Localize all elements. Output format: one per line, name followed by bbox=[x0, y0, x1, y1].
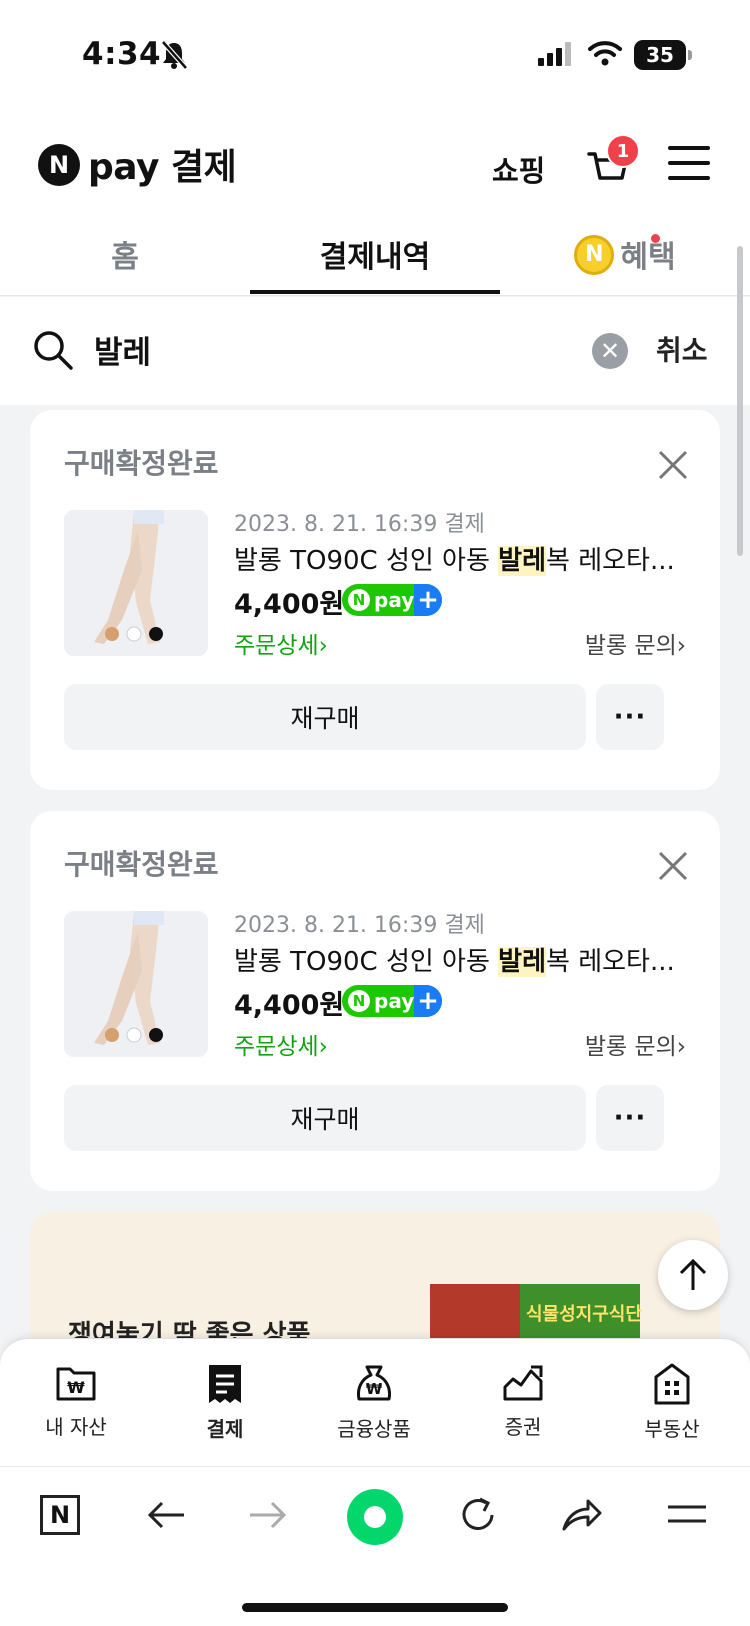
order-status: 구매확정완료 bbox=[64, 848, 219, 881]
tab-home[interactable]: 홈 bbox=[0, 232, 250, 294]
chevron-right-icon: › bbox=[318, 633, 328, 659]
product-price: 4,400원 bbox=[234, 990, 345, 1021]
bottom-nav: ₩ 내 자산 결제 ₩ 금융상품 증권 부동산 bbox=[0, 1338, 750, 1466]
search-highlight: 발레 bbox=[498, 546, 547, 576]
scrollbar[interactable] bbox=[737, 246, 743, 556]
chevron-right-icon: › bbox=[676, 1034, 686, 1060]
menu-icon[interactable] bbox=[666, 1495, 708, 1535]
npay-plus-badge: Npay + bbox=[342, 985, 442, 1017]
stock-chart-icon bbox=[503, 1365, 543, 1401]
tab-bar: 홈 결제내역 N 혜택 bbox=[0, 220, 750, 296]
order-card: 구매확정완료 2023. 8. 21. 16:39 결제 발롱 TO90C 성인… bbox=[30, 811, 720, 1191]
home-indicator[interactable] bbox=[242, 1603, 508, 1612]
nav-payment[interactable]: 결제 bbox=[165, 1363, 285, 1442]
svg-text:₩: ₩ bbox=[366, 1380, 383, 1398]
plus-icon: + bbox=[414, 985, 442, 1017]
chevron-right-icon: › bbox=[318, 1034, 328, 1060]
shopping-link[interactable]: 쇼핑 bbox=[492, 148, 545, 190]
forward-arrow-icon[interactable] bbox=[248, 1495, 288, 1535]
npay-plus-badge: Npay + bbox=[342, 584, 442, 616]
search-bar: 발레 ✕ 취소 bbox=[0, 297, 750, 405]
order-status: 구매확정완료 bbox=[64, 447, 219, 480]
nav-financial-products[interactable]: ₩ 금융상품 bbox=[314, 1363, 434, 1442]
ballet-tights-image bbox=[64, 510, 208, 656]
new-dot-icon bbox=[651, 234, 660, 243]
npay-logo-icon: N bbox=[38, 144, 80, 186]
plus-icon: + bbox=[414, 584, 442, 616]
search-input[interactable]: 발레 bbox=[94, 327, 151, 372]
arrow-up-icon bbox=[679, 1258, 707, 1290]
npay-coin-icon: N bbox=[574, 234, 615, 275]
svg-text:₩: ₩ bbox=[67, 1378, 85, 1397]
rebuy-button[interactable]: 재구매 bbox=[64, 1085, 586, 1151]
seller-inquiry-link[interactable]: 발롱 문의› bbox=[585, 1027, 686, 1061]
nav-securities[interactable]: 증권 bbox=[463, 1363, 583, 1440]
status-time: 4:34 bbox=[82, 36, 162, 72]
status-bar: 4:34 35 bbox=[0, 0, 750, 110]
money-bag-icon: ₩ bbox=[357, 1365, 391, 1401]
back-arrow-icon[interactable] bbox=[146, 1495, 186, 1535]
search-icon bbox=[34, 331, 73, 370]
ballet-tights-image bbox=[64, 911, 208, 1057]
npay-n-icon: N bbox=[348, 990, 370, 1012]
npay-n-icon: N bbox=[348, 589, 370, 611]
more-options-button[interactable]: ··· bbox=[596, 684, 664, 750]
wifi-icon bbox=[588, 41, 622, 66]
app-header: N pay 결제 쇼핑 1 bbox=[0, 110, 750, 220]
product-image[interactable] bbox=[64, 911, 208, 1057]
close-icon[interactable] bbox=[656, 849, 690, 883]
product-price: 4,400원 bbox=[234, 589, 345, 620]
close-icon[interactable] bbox=[656, 448, 690, 482]
bell-muted-icon bbox=[161, 40, 188, 70]
nav-real-estate[interactable]: 부동산 bbox=[612, 1363, 732, 1442]
naver-home-icon[interactable]: N bbox=[40, 1495, 80, 1535]
tab-benefits[interactable]: N 혜택 bbox=[500, 232, 750, 294]
seller-inquiry-link[interactable]: 발롱 문의› bbox=[585, 626, 686, 660]
rebuy-button[interactable]: 재구매 bbox=[64, 684, 586, 750]
receipt-icon bbox=[209, 1365, 241, 1403]
refresh-icon[interactable] bbox=[458, 1495, 498, 1535]
ad-banner[interactable]: 쟁여놓기 딱 좋은 상품 식물성지구식단 bbox=[30, 1212, 720, 1352]
cart-count-badge: 1 bbox=[606, 134, 640, 168]
ad-product-label: 식물성지구식단 bbox=[526, 1304, 642, 1325]
page-title: pay 결제 bbox=[88, 147, 237, 188]
order-detail-link[interactable]: 주문상세› bbox=[234, 1027, 328, 1061]
search-highlight: 발레 bbox=[498, 947, 547, 977]
chevron-right-icon: › bbox=[676, 633, 686, 659]
product-image[interactable] bbox=[64, 510, 208, 656]
green-dot-icon[interactable] bbox=[347, 1489, 403, 1545]
scroll-to-top-button[interactable] bbox=[658, 1240, 728, 1310]
order-date: 2023. 8. 21. 16:39 결제 bbox=[234, 913, 485, 938]
cancel-button[interactable]: 취소 bbox=[656, 329, 708, 369]
signal-icon bbox=[538, 42, 571, 66]
wallet-icon: ₩ bbox=[56, 1367, 96, 1401]
menu-button[interactable] bbox=[668, 146, 710, 184]
battery-icon: 35 bbox=[634, 40, 692, 70]
tab-payment-history[interactable]: 결제내역 bbox=[250, 232, 500, 294]
order-date: 2023. 8. 21. 16:39 결제 bbox=[234, 512, 485, 537]
browser-toolbar: N bbox=[0, 1466, 750, 1626]
more-options-button[interactable]: ··· bbox=[596, 1085, 664, 1151]
building-icon bbox=[654, 1363, 690, 1405]
order-detail-link[interactable]: 주문상세› bbox=[234, 626, 328, 660]
product-name[interactable]: 발롱 TO90C 성인 아동 발레복 레오타... bbox=[234, 941, 675, 978]
order-card: 구매확정완료 2023. 8. 21. 16:39 결제 발롱 TO90C 성인… bbox=[30, 410, 720, 790]
clear-search-icon[interactable]: ✕ bbox=[592, 333, 628, 369]
share-icon[interactable] bbox=[560, 1495, 604, 1535]
nav-my-assets[interactable]: ₩ 내 자산 bbox=[16, 1363, 136, 1440]
product-name[interactable]: 발롱 TO90C 성인 아동 발레복 레오타... bbox=[234, 540, 675, 577]
